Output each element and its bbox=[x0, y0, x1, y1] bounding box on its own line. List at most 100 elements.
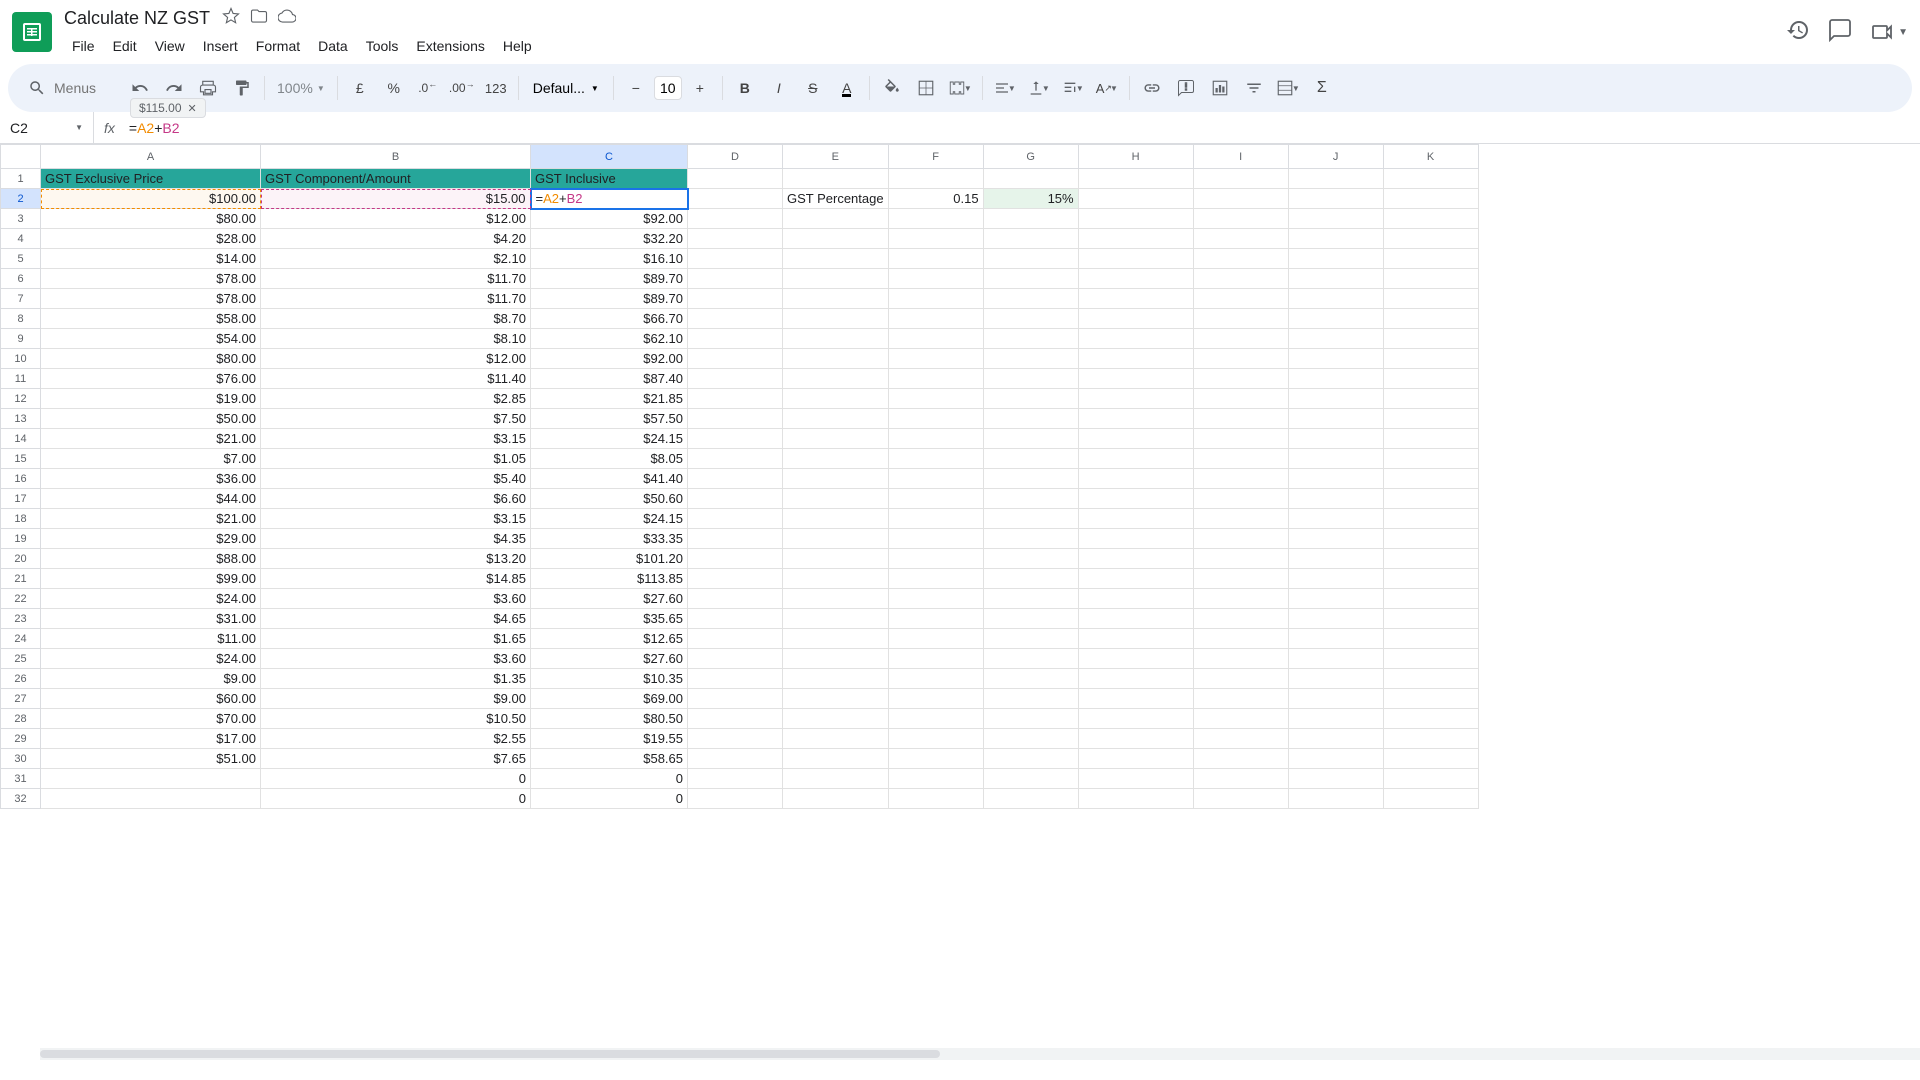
row-header[interactable]: 9 bbox=[1, 329, 41, 349]
cell[interactable] bbox=[1078, 209, 1193, 229]
cell[interactable] bbox=[783, 289, 889, 309]
cell[interactable] bbox=[1288, 489, 1383, 509]
cell[interactable] bbox=[1383, 789, 1478, 809]
cell[interactable] bbox=[983, 589, 1078, 609]
comment-button[interactable] bbox=[1170, 72, 1202, 104]
cell[interactable] bbox=[983, 669, 1078, 689]
cell[interactable]: $58.00 bbox=[41, 309, 261, 329]
cell[interactable] bbox=[1193, 209, 1288, 229]
cell[interactable]: $70.00 bbox=[41, 709, 261, 729]
cell[interactable] bbox=[1078, 789, 1193, 809]
cell[interactable]: $24.15 bbox=[531, 429, 688, 449]
cell[interactable] bbox=[1288, 289, 1383, 309]
cell[interactable] bbox=[983, 389, 1078, 409]
cell[interactable]: $12.00 bbox=[261, 349, 531, 369]
cell[interactable]: $19.00 bbox=[41, 389, 261, 409]
cell[interactable]: $11.70 bbox=[261, 289, 531, 309]
cell[interactable]: $5.40 bbox=[261, 469, 531, 489]
move-icon[interactable] bbox=[250, 7, 268, 30]
col-header-h[interactable]: H bbox=[1078, 145, 1193, 169]
col-header-c[interactable]: C bbox=[531, 145, 688, 169]
menu-file[interactable]: File bbox=[64, 34, 103, 58]
cell[interactable] bbox=[1078, 309, 1193, 329]
cell[interactable] bbox=[1383, 669, 1478, 689]
cell[interactable] bbox=[688, 689, 783, 709]
cell[interactable] bbox=[888, 729, 983, 749]
row-header[interactable]: 4 bbox=[1, 229, 41, 249]
cell[interactable] bbox=[1383, 609, 1478, 629]
cell[interactable]: $1.35 bbox=[261, 669, 531, 689]
cell[interactable] bbox=[983, 429, 1078, 449]
menu-edit[interactable]: Edit bbox=[105, 34, 145, 58]
cell[interactable] bbox=[1288, 789, 1383, 809]
cell[interactable] bbox=[1193, 369, 1288, 389]
cell[interactable] bbox=[888, 529, 983, 549]
col-header-e[interactable]: E bbox=[783, 145, 889, 169]
cell[interactable]: $3.15 bbox=[261, 429, 531, 449]
cell[interactable] bbox=[888, 569, 983, 589]
cell[interactable] bbox=[1193, 509, 1288, 529]
cell[interactable] bbox=[1383, 229, 1478, 249]
cell[interactable] bbox=[888, 649, 983, 669]
cell[interactable] bbox=[983, 709, 1078, 729]
row-header[interactable]: 32 bbox=[1, 789, 41, 809]
cell[interactable] bbox=[1193, 629, 1288, 649]
cell[interactable] bbox=[983, 769, 1078, 789]
menu-extensions[interactable]: Extensions bbox=[408, 34, 492, 58]
cell[interactable] bbox=[783, 709, 889, 729]
col-header-j[interactable]: J bbox=[1288, 145, 1383, 169]
cell[interactable]: $19.55 bbox=[531, 729, 688, 749]
cell[interactable] bbox=[983, 749, 1078, 769]
cell[interactable] bbox=[41, 769, 261, 789]
comment-icon[interactable] bbox=[1828, 18, 1852, 47]
cell[interactable] bbox=[688, 329, 783, 349]
zoom-select[interactable]: 100%▼ bbox=[271, 80, 331, 96]
cell[interactable]: $99.00 bbox=[41, 569, 261, 589]
cell[interactable] bbox=[1193, 249, 1288, 269]
cell[interactable]: $16.10 bbox=[531, 249, 688, 269]
cell[interactable] bbox=[1288, 569, 1383, 589]
row-header[interactable]: 6 bbox=[1, 269, 41, 289]
menu-data[interactable]: Data bbox=[310, 34, 356, 58]
row-header[interactable]: 16 bbox=[1, 469, 41, 489]
row-header[interactable]: 15 bbox=[1, 449, 41, 469]
cell[interactable]: $50.00 bbox=[41, 409, 261, 429]
cell[interactable] bbox=[1383, 289, 1478, 309]
cell[interactable] bbox=[888, 629, 983, 649]
cell[interactable]: $3.60 bbox=[261, 649, 531, 669]
cell[interactable] bbox=[1383, 329, 1478, 349]
cell[interactable] bbox=[1193, 469, 1288, 489]
cell[interactable] bbox=[1288, 309, 1383, 329]
cell[interactable] bbox=[1078, 469, 1193, 489]
cell[interactable]: =A2+B2 bbox=[531, 189, 688, 209]
cell[interactable] bbox=[783, 509, 889, 529]
row-header[interactable]: 31 bbox=[1, 769, 41, 789]
cell[interactable] bbox=[983, 529, 1078, 549]
cell[interactable] bbox=[688, 569, 783, 589]
row-header[interactable]: 2 bbox=[1, 189, 41, 209]
cell[interactable] bbox=[1078, 369, 1193, 389]
cell[interactable] bbox=[1383, 249, 1478, 269]
filter-button[interactable] bbox=[1238, 72, 1270, 104]
cell[interactable] bbox=[1193, 549, 1288, 569]
cell[interactable] bbox=[783, 549, 889, 569]
cell[interactable] bbox=[1193, 589, 1288, 609]
cell[interactable] bbox=[1078, 389, 1193, 409]
cell[interactable] bbox=[688, 229, 783, 249]
cell[interactable] bbox=[888, 309, 983, 329]
cell[interactable]: $31.00 bbox=[41, 609, 261, 629]
row-header[interactable]: 7 bbox=[1, 289, 41, 309]
cell[interactable]: $24.00 bbox=[41, 649, 261, 669]
cell[interactable] bbox=[688, 549, 783, 569]
cell[interactable] bbox=[688, 649, 783, 669]
cell[interactable] bbox=[983, 609, 1078, 629]
cell[interactable] bbox=[1288, 449, 1383, 469]
cell[interactable] bbox=[688, 349, 783, 369]
cell[interactable] bbox=[783, 729, 889, 749]
functions-button[interactable]: Σ bbox=[1306, 72, 1338, 104]
cell[interactable] bbox=[888, 449, 983, 469]
cell[interactable] bbox=[783, 429, 889, 449]
cell[interactable]: $51.00 bbox=[41, 749, 261, 769]
cell[interactable] bbox=[1288, 649, 1383, 669]
cell[interactable] bbox=[888, 269, 983, 289]
